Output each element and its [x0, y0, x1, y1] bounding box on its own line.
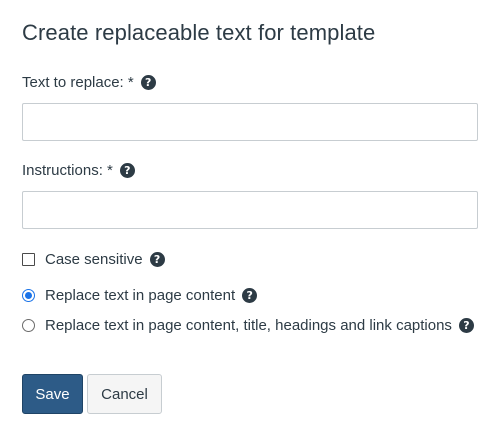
text-to-replace-label-row: Text to replace: * ?: [22, 74, 156, 91]
question-circle-icon[interactable]: ?: [149, 252, 165, 267]
instructions-label: Instructions: *: [22, 162, 113, 179]
scope-radio-page-content[interactable]: [22, 289, 35, 302]
save-button[interactable]: Save: [22, 374, 83, 414]
scope-radio-all[interactable]: [22, 319, 35, 332]
text-to-replace-input[interactable]: [22, 103, 478, 141]
cancel-button[interactable]: Cancel: [87, 374, 162, 414]
dialog-title: Create replaceable text for template: [22, 20, 376, 45]
question-circle-icon[interactable]: ?: [458, 318, 474, 333]
case-sensitive-option[interactable]: Case sensitive ?: [22, 251, 165, 268]
scope-option-label[interactable]: Replace text in page content: [45, 287, 235, 304]
question-circle-icon[interactable]: ?: [140, 75, 156, 90]
scope-option-all[interactable]: Replace text in page content, title, hea…: [22, 317, 474, 334]
instructions-input[interactable]: [22, 191, 478, 229]
scope-option-page-content[interactable]: Replace text in page content ?: [22, 287, 258, 304]
case-sensitive-label[interactable]: Case sensitive: [45, 251, 143, 268]
instructions-label-row: Instructions: * ?: [22, 162, 135, 179]
scope-option-label[interactable]: Replace text in page content, title, hea…: [45, 317, 452, 334]
question-circle-icon[interactable]: ?: [242, 288, 258, 303]
case-sensitive-checkbox[interactable]: [22, 253, 35, 266]
text-to-replace-label: Text to replace: *: [22, 74, 134, 91]
question-circle-icon[interactable]: ?: [119, 163, 135, 178]
create-replaceable-text-dialog: Create replaceable text for template Tex…: [0, 0, 503, 437]
